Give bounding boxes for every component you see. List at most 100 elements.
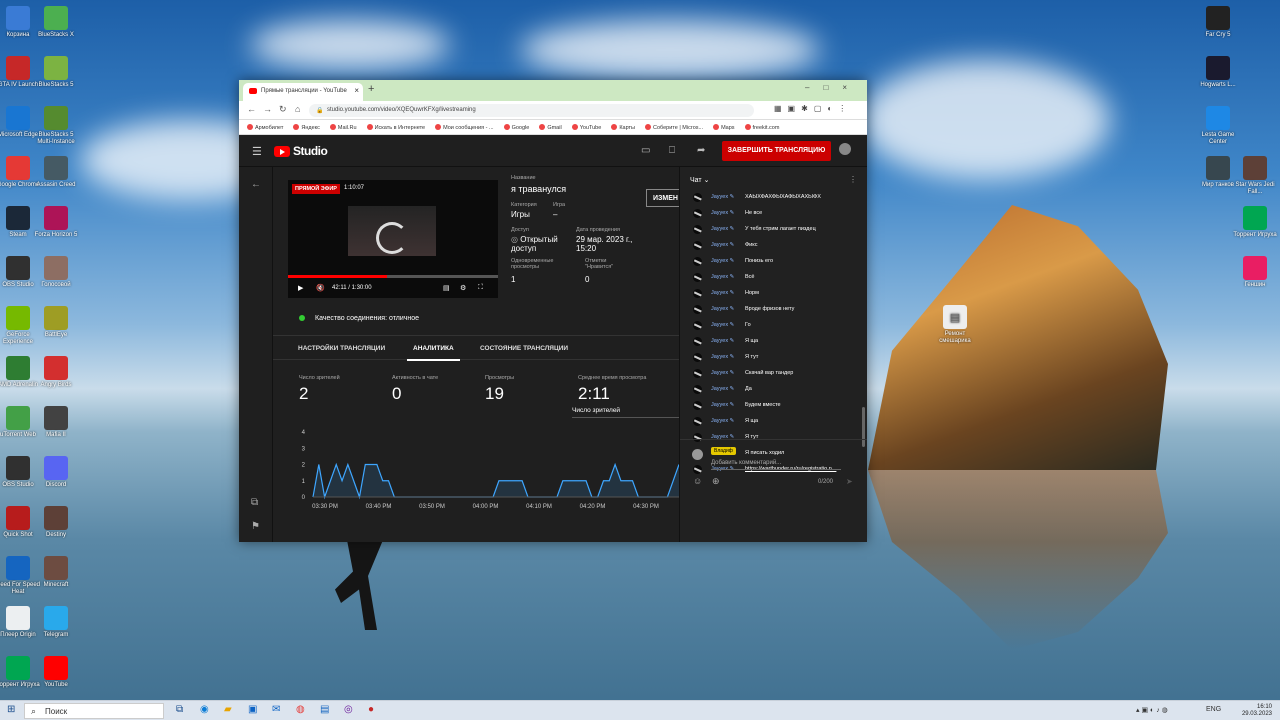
app-icon[interactable]: ◎: [344, 704, 353, 715]
progress-bar[interactable]: [288, 275, 498, 278]
mail-icon[interactable]: ✉: [272, 704, 280, 715]
bookmark-item[interactable]: Maps: [713, 124, 735, 131]
more-icon[interactable]: ⋮: [849, 175, 857, 184]
close-tab-icon[interactable]: ×: [354, 86, 359, 95]
chrome-icon[interactable]: ◍: [296, 704, 305, 715]
bookmark-item[interactable]: Соберите | Micros...: [645, 124, 703, 131]
avatar[interactable]: [839, 143, 851, 155]
desktop-icon[interactable]: Assasin Creed: [33, 156, 79, 189]
share-icon[interactable]: ➦: [697, 145, 705, 156]
open-external-icon[interactable]: ⧉: [251, 497, 258, 508]
desktop-icon-file[interactable]: ▤ Ремонт смешарика: [932, 305, 978, 345]
explorer-icon[interactable]: ▰: [224, 704, 232, 715]
send-icon[interactable]: ➤: [846, 477, 853, 486]
chat-title[interactable]: Чат ⌄: [690, 176, 709, 184]
bookmark-item[interactable]: Яндекс: [293, 124, 320, 131]
subtitles-icon[interactable]: ▤: [443, 284, 450, 292]
desktop-icon[interactable]: Forza Horizon 5: [33, 206, 79, 239]
camera-icon[interactable]: ▭: [641, 145, 650, 156]
desktop-icon[interactable]: Far Cry 5: [1195, 6, 1241, 39]
desktop-icon[interactable]: Lesta Game Center: [1195, 106, 1241, 146]
desktop-icon[interactable]: BlueStacks 5: [33, 56, 79, 89]
feedback-icon[interactable]: ⚑: [251, 521, 260, 532]
tab-stream-health[interactable]: СОСТОЯНИЕ ТРАНСЛЯЦИИ: [480, 345, 568, 352]
chat-username[interactable]: Jayyex: [711, 338, 734, 344]
bookmark-item[interactable]: Gmail: [539, 124, 562, 131]
bookmark-item[interactable]: Мои сообщения - ...: [435, 124, 494, 131]
tab-analytics[interactable]: АНАЛИТИКА: [407, 345, 460, 361]
desktop-icon[interactable]: Геншин: [1232, 256, 1278, 289]
play-icon[interactable]: ▶: [298, 284, 303, 292]
bookmark-item[interactable]: Google: [503, 124, 529, 131]
back-icon[interactable]: ←: [247, 104, 256, 114]
home-icon[interactable]: ⌂: [295, 104, 300, 114]
new-tab-button[interactable]: +: [368, 83, 374, 95]
emoji-icon[interactable]: ☺: [693, 476, 702, 486]
desktop-icon[interactable]: Голосовой: [33, 256, 79, 289]
desktop-icon[interactable]: BlueStacks 5 Multi-Instance: [33, 106, 79, 146]
bookmark-item[interactable]: Армобилет: [247, 124, 283, 131]
browser-tab[interactable]: Прямые трансляции - YouTube ×: [243, 83, 363, 101]
chat-username[interactable]: Jayyex: [711, 274, 734, 280]
bookmark-item[interactable]: Mail.Ru: [329, 124, 357, 131]
chat-username[interactable]: Jayyex: [711, 194, 734, 200]
mute-icon[interactable]: 🔇: [316, 284, 325, 292]
bookmark-item[interactable]: freekit.com: [744, 124, 779, 131]
extension-icons[interactable]: ▦▣✱▢◐⋮: [774, 104, 852, 113]
chat-username[interactable]: Jayyex: [711, 370, 734, 376]
studio-logo[interactable]: Studio: [274, 144, 328, 158]
desktop-icon[interactable]: YouTube: [33, 656, 79, 689]
desktop-icon[interactable]: Destiny: [33, 506, 79, 539]
settings-icon[interactable]: ⚙: [460, 284, 466, 292]
desktop-icon[interactable]: Telegram: [33, 606, 79, 639]
chat-username[interactable]: Jayyex: [711, 210, 734, 216]
app-l-icon[interactable]: ▤: [320, 704, 329, 715]
chat-username[interactable]: Jayyex: [711, 402, 734, 408]
desktop-icon[interactable]: Discord: [33, 456, 79, 489]
chat-input[interactable]: Добавить комментарий...: [711, 460, 781, 466]
task-view-icon[interactable]: ⧉: [176, 704, 183, 715]
desktop-icon[interactable]: Star Wars Jedi Fall...: [1232, 156, 1278, 196]
desktop-icon[interactable]: BlueStacks X: [33, 6, 79, 39]
back-arrow-icon[interactable]: ←: [251, 179, 261, 190]
language-indicator[interactable]: ENG: [1206, 706, 1221, 713]
chat-username[interactable]: Jayyex: [711, 242, 734, 248]
desktop-icon[interactable]: Mafia II: [33, 406, 79, 439]
menu-icon[interactable]: ☰: [252, 145, 262, 158]
chat-username[interactable]: Jayyex: [711, 322, 734, 328]
chat-username[interactable]: Jayyex: [711, 354, 734, 360]
taskbar-search[interactable]: ⌕ Поиск: [24, 703, 164, 719]
tab-stream-settings[interactable]: НАСТРОЙКИ ТРАНСЛЯЦИИ: [298, 345, 385, 352]
video-player[interactable]: ПРЯМОЙ ЭФИР 1:10:07 ▶ 🔇 42:11 / 1:30:00 …: [288, 180, 498, 298]
clock[interactable]: 16:10 29.03.2023: [1242, 704, 1272, 718]
tray-icons[interactable]: ▴ ▣ ◐ ♪ ◍: [1136, 706, 1168, 714]
add-icon[interactable]: ⊕: [712, 476, 720, 487]
address-bar[interactable]: 🔒 studio.youtube.com/video/XQEQuwrKFXg/l…: [309, 104, 754, 117]
chat-username[interactable]: Jayyex: [711, 290, 734, 296]
bookmark-item[interactable]: Карты: [611, 124, 635, 131]
chat-username[interactable]: Jayyex: [711, 386, 734, 392]
forward-icon[interactable]: →: [263, 104, 272, 114]
edge-icon[interactable]: ◉: [200, 704, 209, 715]
desktop-icon[interactable]: Minecraft: [33, 556, 79, 589]
end-stream-button[interactable]: ЗАВЕРШИТЬ ТРАНСЛЯЦИЮ: [722, 141, 831, 161]
reload-icon[interactable]: ↻: [279, 104, 287, 115]
fullscreen-icon[interactable]: ⛶: [478, 284, 483, 292]
bookmark-item[interactable]: YouTube: [571, 124, 601, 131]
store-icon[interactable]: ▣: [248, 704, 257, 715]
bookmark-item[interactable]: Искать в Интернете: [366, 124, 425, 131]
desktop-icon[interactable]: Торрент Игруха: [1232, 206, 1278, 239]
chat-username[interactable]: Jayyex: [711, 306, 734, 312]
chat-username[interactable]: Jayyex: [711, 258, 734, 264]
change-button[interactable]: ИЗМЕН: [646, 189, 679, 207]
start-icon[interactable]: ⊞: [7, 704, 15, 715]
app-icon: [6, 656, 30, 680]
chat-username[interactable]: Jayyex: [711, 418, 734, 424]
obs-icon[interactable]: ●: [368, 704, 374, 715]
chat-username[interactable]: Jayyex: [711, 226, 734, 232]
desktop-icon[interactable]: BattlEye: [33, 306, 79, 339]
desktop-icon[interactable]: Hogwarts L...: [1195, 56, 1241, 89]
bookmark-icon[interactable]: ⎕: [669, 145, 675, 156]
desktop-icon[interactable]: Angry Birds: [33, 356, 79, 389]
window-controls[interactable]: –□×: [805, 83, 861, 92]
